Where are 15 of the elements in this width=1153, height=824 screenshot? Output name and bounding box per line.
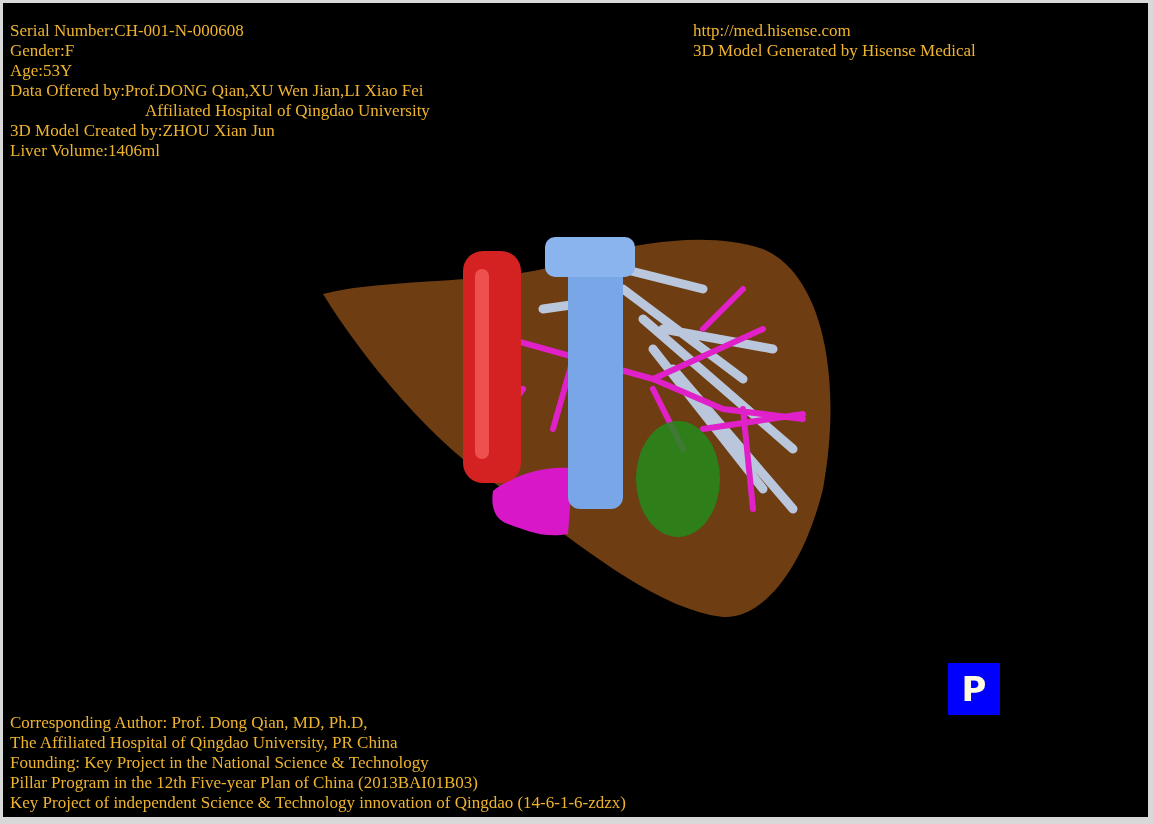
credit-line: The Affiliated Hospital of Qingdao University, PR China <box>10 733 398 753</box>
projection-mode-button[interactable]: P <box>948 663 1000 715</box>
credit-line: Corresponding Author: Prof. Dong Qian, MD, Ph.D, <box>10 713 368 733</box>
info-line: Data Offered by:Prof.DONG Qian,XU Wen Jian,LI Xiao Fei <box>10 81 424 101</box>
info-line: Age:53Y <box>10 61 73 81</box>
info-line: 3D Model Created by:ZHOU Xian Jun <box>10 121 275 141</box>
info-line: Serial Number:CH-001-N-000608 <box>10 21 244 41</box>
website-url: http://med.hisense.com <box>693 21 851 41</box>
credit-line: Pillar Program in the 12th Five-year Plan of China (2013BAI01B03) <box>10 773 478 793</box>
credit-line: Key Project of independent Science & Technology innovation of Qingdao (14-6-1-6-zdzx) <box>10 793 626 813</box>
info-line: 3D Model Generated by Hisense Medical <box>693 41 976 61</box>
credit-line: Founding: Key Project in the National Science & Technology <box>10 753 429 773</box>
info-line-continuation: Affiliated Hospital of Qingdao University <box>145 101 430 121</box>
info-line: Gender:F <box>10 41 75 61</box>
info-line: Liver Volume:1406ml <box>10 141 160 161</box>
